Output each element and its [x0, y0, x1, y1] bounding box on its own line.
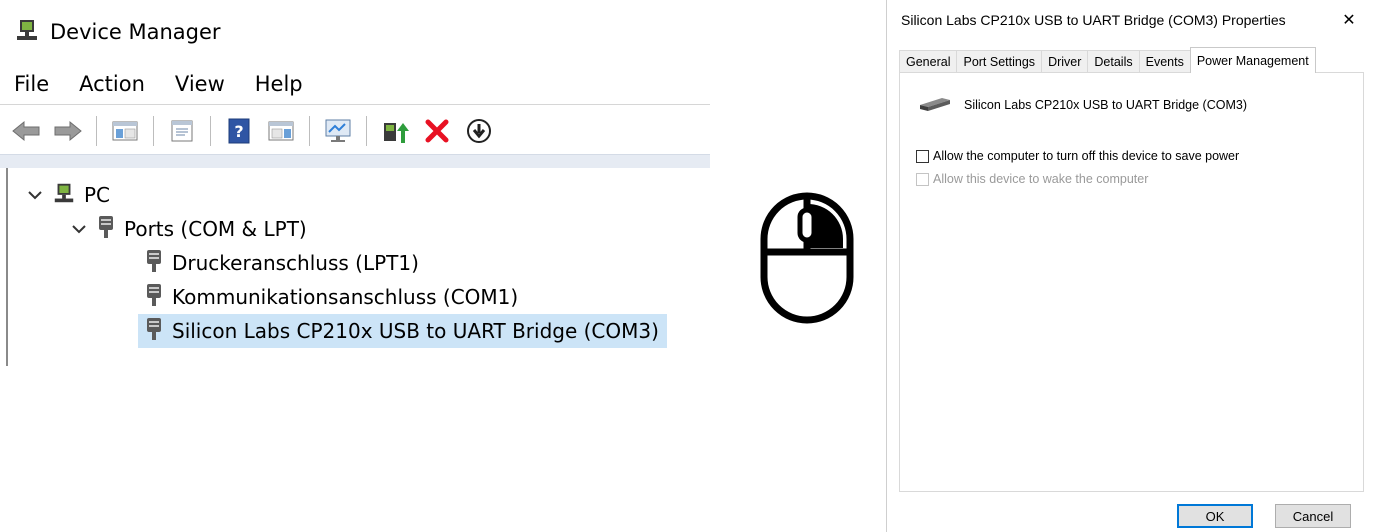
help-icon[interactable]: ? [223, 115, 255, 147]
tree-node-label: Ports (COM & LPT) [124, 217, 307, 241]
tree-node-lpt1[interactable]: Druckeranschluss (LPT1) [144, 246, 419, 280]
allow-wake-label: Allow this device to wake the computer [933, 172, 1149, 186]
tree-node-ports[interactable]: Ports (COM & LPT) [70, 212, 307, 246]
option-allow-wake: Allow this device to wake the computer [916, 172, 1148, 186]
allow-wake-checkbox [916, 172, 929, 186]
port-icon [144, 283, 164, 312]
tab-panel: Silicon Labs CP210x USB to UART Bridge (… [899, 72, 1364, 492]
menu-action[interactable]: Action [79, 72, 145, 96]
tree-node-com3-selected[interactable]: Silicon Labs CP210x USB to UART Bridge (… [138, 314, 667, 348]
window-title: Device Manager [50, 20, 221, 44]
monitor-icon[interactable] [322, 115, 354, 147]
back-arrow-icon[interactable] [10, 115, 42, 147]
computer-icon [52, 181, 76, 210]
toolbar-divider [96, 116, 97, 146]
chevron-down-icon[interactable] [26, 186, 44, 204]
cancel-button[interactable]: Cancel [1275, 504, 1351, 528]
properties-icon[interactable] [166, 115, 198, 147]
window-title-bar: Device Manager [14, 14, 221, 50]
tree-node-label: Kommunikationsanschluss (COM1) [172, 285, 519, 309]
show-hide-console-tree-icon[interactable] [109, 115, 141, 147]
menu-file[interactable]: File [14, 72, 49, 96]
download-circle-icon[interactable] [463, 115, 495, 147]
close-icon: ✕ [1342, 9, 1356, 29]
ok-button[interactable]: OK [1177, 504, 1253, 528]
port-icon [96, 215, 116, 244]
menu-view[interactable]: View [175, 72, 225, 96]
device-manager-window: Device Manager File Action View Help ? P… [0, 0, 712, 532]
tree-node-label: PC [84, 183, 111, 207]
toolbar-divider [210, 116, 211, 146]
option-allow-turn-off[interactable]: Allow the computer to turn off this devi… [916, 149, 1239, 163]
toolbar-band [0, 154, 710, 168]
uninstall-x-icon[interactable] [421, 115, 453, 147]
tab-details[interactable]: Details [1087, 50, 1140, 72]
tab-events[interactable]: Events [1138, 50, 1191, 72]
toolbar-divider [309, 116, 310, 146]
tab-general[interactable]: General [899, 50, 958, 72]
port-icon [144, 317, 164, 346]
action-pane-icon[interactable] [265, 115, 297, 147]
tab-port-settings[interactable]: Port Settings [956, 50, 1043, 72]
computer-icon [14, 17, 40, 48]
mouse-right-click-icon [760, 192, 854, 324]
properties-dialog: Silicon Labs CP210x USB to UART Bridge (… [886, 0, 1373, 532]
tab-driver[interactable]: Driver [1041, 50, 1089, 72]
device-name: Silicon Labs CP210x USB to UART Bridge (… [964, 97, 1247, 112]
toolbar-divider [366, 116, 367, 146]
tree-node-label: Druckeranschluss (LPT1) [172, 251, 419, 275]
svg-text:?: ? [234, 122, 243, 141]
allow-turn-off-label: Allow the computer to turn off this devi… [933, 149, 1240, 163]
tab-strip: General Port Settings Driver Details Eve… [899, 47, 1316, 73]
forward-arrow-icon[interactable] [52, 115, 84, 147]
tree-node-com1[interactable]: Kommunikationsanschluss (COM1) [144, 280, 518, 314]
menu-help[interactable]: Help [255, 72, 303, 96]
tree-node-label: Silicon Labs CP210x USB to UART Bridge (… [172, 319, 659, 343]
close-button[interactable]: ✕ [1337, 6, 1361, 32]
tab-power-management[interactable]: Power Management [1189, 47, 1316, 73]
update-driver-icon[interactable] [379, 115, 411, 147]
dialog-title: Silicon Labs CP210x USB to UART Bridge (… [901, 12, 1286, 28]
allow-turn-off-checkbox[interactable] [916, 149, 929, 163]
chevron-down-icon[interactable] [70, 220, 88, 238]
device-tree: PC Ports (COM & LPT) Druckeranschluss (L… [6, 168, 710, 366]
menu-bar: File Action View Help [14, 66, 303, 102]
device-header: Silicon Labs CP210x USB to UART Bridge (… [918, 93, 1247, 116]
toolbar: ? [10, 112, 710, 150]
usb-device-icon [918, 93, 952, 116]
port-icon [144, 249, 164, 278]
tree-node-root[interactable]: PC [26, 178, 110, 212]
toolbar-divider [153, 116, 154, 146]
menu-separator [0, 104, 710, 105]
